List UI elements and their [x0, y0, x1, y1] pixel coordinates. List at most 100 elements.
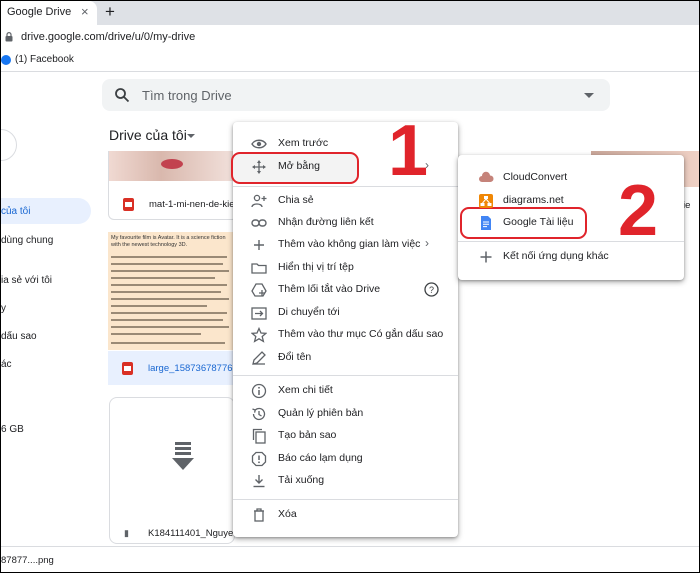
menu-item-download[interactable]: Tải xuống	[233, 470, 458, 492]
search-icon[interactable]	[114, 87, 130, 103]
info-icon	[251, 383, 267, 399]
cloudconvert-icon	[479, 171, 494, 182]
file-name[interactable]: mat-1-mi-nen-de-kieu	[149, 199, 237, 210]
drive-shortcut-icon	[251, 283, 267, 297]
menu-label: CloudConvert	[503, 171, 568, 183]
thumbnail-detail	[161, 159, 183, 169]
trash-icon	[254, 508, 264, 522]
file-thumbnail	[109, 151, 237, 181]
bookmarks-bar: (1) Facebook	[1, 51, 699, 72]
screenshot-frame: Google Drive × + drive.google.com/drive/…	[0, 0, 700, 573]
menu-item-delete[interactable]: Xóa	[233, 504, 458, 526]
menu-label: Thêm lối tắt vào Drive	[278, 283, 381, 295]
move-to-folder-icon	[251, 307, 267, 320]
menu-label: Thêm vào thư mục Có gắn dấu sao	[278, 328, 444, 340]
new-button[interactable]	[1, 129, 17, 161]
download-file-icon	[172, 442, 194, 470]
menu-label: Chia sẻ	[278, 194, 314, 206]
menu-divider	[233, 499, 458, 500]
sidebar-item-starred[interactable]: dấu sao	[1, 331, 37, 342]
file-name-right[interactable]: ie	[683, 200, 690, 211]
menu-label: Hiển thị vị trí tệp	[278, 261, 354, 273]
image-file-icon	[123, 198, 134, 211]
browser-tabstrip: Google Drive × +	[1, 1, 699, 25]
drive-search-bar[interactable]: Tìm trong Drive	[102, 79, 610, 111]
bookmark-facebook[interactable]: (1) Facebook	[15, 54, 74, 65]
menu-item-add-workspace[interactable]: Thêm vào không gian làm việc ›	[233, 234, 458, 256]
file-card[interactable]: ▮ K184111401_Nguyen	[109, 397, 239, 544]
sidebar-item-recent[interactable]: y	[1, 303, 6, 314]
file-type-icon: ▮	[124, 528, 129, 538]
image-file-icon	[122, 362, 133, 375]
report-icon	[251, 451, 267, 467]
menu-label: Xóa	[278, 508, 297, 520]
svg-text:?: ?	[429, 285, 434, 295]
menu-label: Xem chi tiết	[278, 384, 333, 396]
page-title[interactable]: Drive của tôi	[109, 127, 187, 143]
download-icon	[253, 475, 265, 488]
step-number-2: 2	[618, 171, 659, 251]
menu-label: Quản lý phiên bản	[278, 407, 364, 419]
doc-preview-text: My favourite film is Avatar. It is a sci…	[111, 235, 226, 248]
tab-close-icon[interactable]: ×	[81, 4, 89, 19]
menu-label: Tải xuống	[278, 474, 325, 486]
sidebar-item-my-drive[interactable]: của tôi	[1, 206, 30, 217]
menu-item-get-link[interactable]: Nhận đường liên kết	[233, 212, 458, 234]
pencil-icon	[252, 351, 266, 365]
search-input[interactable]: Tìm trong Drive	[142, 88, 232, 103]
sidebar-item-shared-drives[interactable]: dùng chung	[1, 235, 53, 246]
help-icon[interactable]: ?	[424, 282, 439, 297]
menu-label: Nhận đường liên kết	[278, 216, 374, 228]
menu-label: Google Tài liệu	[503, 216, 574, 228]
menu-label: Tạo bản sao	[278, 429, 337, 441]
menu-label: Báo cáo lạm dụng	[278, 452, 363, 464]
menu-item-add-starred[interactable]: Thêm vào thư mục Có gắn dấu sao	[233, 324, 458, 346]
menu-label: Mở bằng	[278, 160, 320, 172]
folder-icon	[251, 263, 267, 274]
file-name[interactable]: K184111401_Nguyen	[148, 528, 239, 539]
file-thumbnail-document[interactable]: My favourite film is Avatar. It is a sci…	[108, 232, 234, 350]
lock-icon	[5, 32, 13, 42]
menu-item-add-shortcut[interactable]: Thêm lối tắt vào Drive ?	[233, 279, 458, 301]
step-number-1: 1	[388, 111, 429, 191]
google-docs-icon	[481, 216, 491, 230]
file-card[interactable]: mat-1-mi-nen-de-kieu	[108, 151, 238, 220]
menu-item-versions[interactable]: Quản lý phiên bản	[233, 403, 458, 425]
browser-tab[interactable]: Google Drive ×	[1, 1, 97, 25]
new-tab-button[interactable]: +	[105, 2, 115, 22]
menu-label: Xem trước	[278, 137, 329, 149]
sidebar-item-trash[interactable]: ác	[1, 359, 12, 370]
copy-icon	[252, 428, 266, 444]
menu-label: diagrams.net	[503, 194, 564, 206]
menu-item-details[interactable]: Xem chi tiết	[233, 380, 458, 402]
menu-label: Thêm vào không gian làm việc	[278, 238, 421, 250]
menu-item-move-to[interactable]: Di chuyển tới	[233, 302, 458, 324]
file-card-selected[interactable]: large_158736787767	[108, 351, 238, 385]
download-shelf: 87877....png	[1, 546, 699, 572]
menu-item-rename[interactable]: Đổi tên	[233, 347, 458, 369]
menu-label: Kết nối ứng dụng khác	[503, 250, 609, 262]
search-options-icon[interactable]	[584, 93, 594, 98]
link-icon	[251, 219, 267, 227]
menu-item-report-abuse[interactable]: Báo cáo lạm dụng	[233, 448, 458, 470]
menu-item-make-copy[interactable]: Tạo bản sao	[233, 425, 458, 447]
chevron-down-icon[interactable]	[187, 134, 195, 138]
menu-divider	[233, 375, 458, 376]
menu-item-show-location[interactable]: Hiển thị vị trí tệp	[233, 257, 458, 279]
file-name[interactable]: large_158736787767	[148, 363, 238, 374]
history-icon	[252, 407, 266, 421]
tab-title: Google Drive	[7, 6, 72, 18]
plus-icon	[480, 251, 492, 263]
menu-item-share[interactable]: Chia sẻ	[233, 190, 458, 212]
address-bar[interactable]: drive.google.com/drive/u/0/my-drive	[1, 25, 699, 51]
menu-label: Di chuyển tới	[278, 306, 340, 318]
plus-icon	[254, 240, 264, 250]
download-item[interactable]: 87877....png	[1, 555, 54, 566]
move-arrows-icon	[252, 160, 266, 174]
diagrams-net-icon	[479, 194, 493, 208]
star-icon	[251, 327, 267, 343]
sidebar-item-shared-with-me[interactable]: ia sẻ với tôi	[1, 275, 52, 286]
facebook-icon	[1, 55, 11, 65]
eye-icon	[251, 139, 267, 149]
url-text[interactable]: drive.google.com/drive/u/0/my-drive	[21, 31, 195, 43]
